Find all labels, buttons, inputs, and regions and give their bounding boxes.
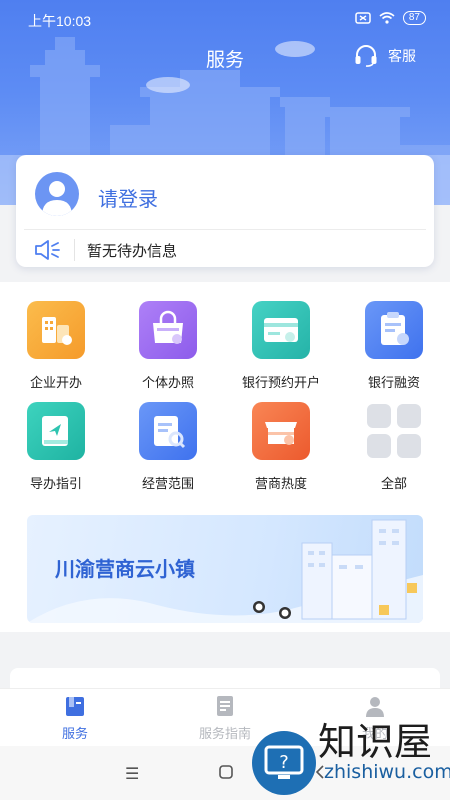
guide-tab-icon	[217, 696, 233, 716]
bank-card-icon	[252, 301, 310, 359]
user-avatar-icon	[42, 181, 72, 216]
svg-text:?: ?	[279, 752, 289, 773]
building-icon	[27, 301, 85, 359]
grid-label: 银行融资	[367, 375, 420, 390]
headset-icon	[355, 45, 377, 67]
service-tab-icon	[66, 697, 84, 716]
battery-indicator: 87	[402, 11, 426, 25]
tab-label: 服务	[61, 726, 88, 741]
grid-label: 导办指引	[29, 476, 82, 491]
hot-shop-icon	[252, 402, 310, 460]
square-home-icon	[219, 765, 233, 779]
tab-service[interactable]: 服务	[25, 694, 125, 742]
watermark-logo: ? 知识屋 zhishiwu.com	[250, 703, 450, 800]
banner-title: 川渝营商云小镇	[55, 559, 195, 581]
wifi-icon	[379, 12, 395, 24]
grid-label: 营商热度	[254, 476, 307, 491]
status-bar: 上午10:03 87	[0, 0, 450, 38]
grid-item-bank-account[interactable]: 银行预约开户	[225, 301, 337, 391]
grid-label: 企业开办	[29, 375, 82, 390]
card-divider	[24, 229, 426, 230]
menu-nav-button[interactable]: ☰	[125, 764, 139, 784]
watermark-help-icon: ?	[252, 731, 316, 795]
grid-item-business-scope[interactable]: 经营范围	[112, 402, 224, 492]
service-grid-panel: 企业开办 个体办照 银行预约开户 银行融资 导办指引 经营范围 营商热度 全部 …	[0, 282, 450, 632]
status-time: 上午10:03	[28, 13, 92, 29]
grid-label: 经营范围	[141, 476, 194, 491]
scope-search-icon	[139, 402, 197, 460]
customer-service-button[interactable]: 客服	[354, 45, 416, 67]
grid-item-enterprise-setup[interactable]: 企业开办	[0, 301, 112, 391]
home-nav-button[interactable]	[218, 764, 234, 785]
grid-label: 全部	[380, 476, 407, 491]
login-prompt[interactable]: 请登录	[98, 183, 158, 212]
status-icons: 87	[355, 11, 426, 25]
sim-icon	[355, 12, 371, 24]
watermark-brand: 知识屋	[318, 720, 433, 764]
notice-text: 暂无待办信息	[87, 242, 178, 260]
login-card: 请登录 暂无待办信息	[16, 155, 434, 267]
avatar[interactable]	[35, 172, 79, 216]
grid-all-icon	[365, 402, 423, 460]
watermark-url: zhishiwu.com	[324, 761, 450, 783]
grid-item-business-heat[interactable]: 营商热度	[225, 402, 337, 492]
grid-item-individual-license[interactable]: 个体办照	[112, 301, 224, 391]
grid-item-all[interactable]: 全部	[338, 402, 450, 492]
grid-item-bank-finance[interactable]: 银行融资	[338, 301, 450, 391]
notice-row[interactable]: 暂无待办信息	[34, 235, 177, 265]
grid-item-guide[interactable]: 导办指引	[0, 402, 112, 492]
promo-banner[interactable]: 川渝营商云小镇	[27, 515, 423, 623]
finance-icon	[365, 301, 423, 359]
customer-service-label: 客服	[388, 48, 416, 64]
shop-icon	[139, 301, 197, 359]
guide-book-icon	[27, 402, 85, 460]
grid-label: 银行预约开户	[241, 375, 320, 390]
grid-label: 个体办照	[141, 375, 194, 390]
notice-separator	[74, 239, 75, 261]
speaker-icon	[35, 240, 60, 260]
